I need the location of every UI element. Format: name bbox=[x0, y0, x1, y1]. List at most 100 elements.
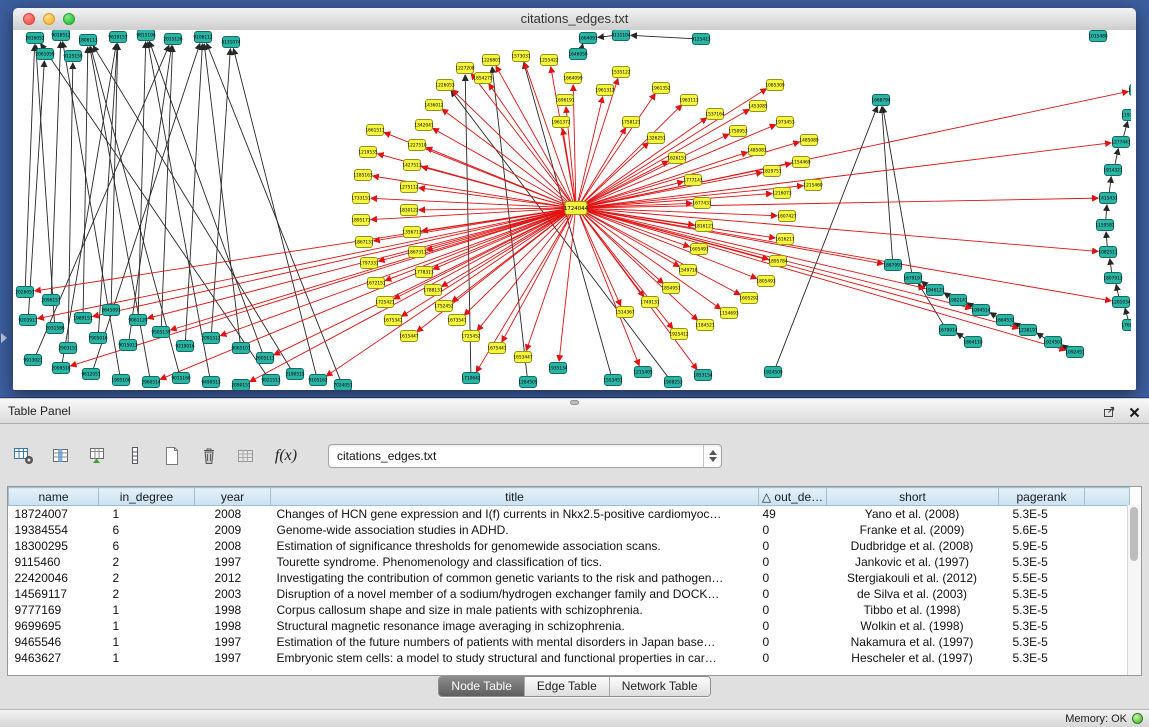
graph-node[interactable]: 1925412 bbox=[669, 329, 688, 340]
cell-filler[interactable] bbox=[1085, 522, 1130, 538]
cell-pagerank[interactable]: 5.3E-5 bbox=[999, 602, 1085, 618]
cell-pagerank[interactable]: 5.3E-5 bbox=[999, 554, 1085, 570]
graph-node[interactable]: 9612051 bbox=[81, 369, 100, 380]
graph-node[interactable]: 1797331 bbox=[359, 258, 378, 269]
cell-in_degree[interactable]: 1 bbox=[99, 602, 195, 618]
float-panel-button[interactable] bbox=[1102, 405, 1116, 419]
table-scrollbar-thumb[interactable] bbox=[1130, 507, 1138, 561]
cell-out_degree[interactable]: 49 bbox=[759, 506, 827, 523]
show-columns-icon[interactable] bbox=[47, 442, 75, 470]
cell-short[interactable]: Yano et al. (2008) bbox=[827, 506, 999, 523]
column-header-filler[interactable] bbox=[1085, 488, 1130, 506]
graph-node[interactable]: 1806113 bbox=[78, 35, 97, 46]
graph-node[interactable]: 1973453 bbox=[775, 117, 794, 128]
cell-title[interactable]: Corpus callosum shape and size in male p… bbox=[271, 602, 759, 618]
cell-out_degree[interactable]: 0 bbox=[759, 538, 827, 554]
cell-pagerank[interactable]: 5.3E-5 bbox=[999, 506, 1085, 523]
cell-out_degree[interactable]: 0 bbox=[759, 650, 827, 666]
cell-short[interactable]: Franke et al. (2009) bbox=[827, 522, 999, 538]
graph-node[interactable]: 1185163 bbox=[353, 170, 372, 181]
table-row[interactable]: 969969511998Structural magnetic resonanc… bbox=[9, 618, 1130, 634]
cell-title[interactable]: Genome-wide association studies in ADHD. bbox=[271, 522, 759, 538]
graph-node[interactable]: 1549718 bbox=[678, 265, 697, 276]
cell-in_degree[interactable]: 1 bbox=[99, 618, 195, 634]
graph-node[interactable]: 1854951 bbox=[661, 283, 680, 294]
cell-in_degree[interactable]: 6 bbox=[99, 522, 195, 538]
column-header-name[interactable]: name bbox=[9, 488, 99, 506]
cell-year[interactable]: 1997 bbox=[195, 650, 271, 666]
column-header-pagerank[interactable]: pagerank bbox=[999, 488, 1085, 506]
cell-name[interactable]: 18300295 bbox=[9, 538, 99, 554]
cell-short[interactable]: Stergiakouli et al. (2012) bbox=[827, 570, 999, 586]
graph-node[interactable]: 1664099 bbox=[563, 73, 582, 84]
graph-node[interactable]: 1961312 bbox=[595, 85, 614, 96]
graph-node[interactable]: 1807913 bbox=[1103, 273, 1122, 284]
tab-edge-table[interactable]: Edge Table bbox=[524, 677, 609, 696]
cell-filler[interactable] bbox=[1085, 570, 1130, 586]
cell-in_degree[interactable]: 1 bbox=[99, 506, 195, 523]
cell-pagerank[interactable]: 5.3E-5 bbox=[999, 650, 1085, 666]
graph-node[interactable]: 1995106 bbox=[111, 375, 130, 386]
graph-node[interactable]: 1935134 bbox=[548, 363, 567, 374]
graph-node[interactable]: 1675441 bbox=[487, 343, 506, 354]
graph-node[interactable]: 2096157 bbox=[41, 295, 60, 306]
graph-node[interactable]: 1616217 bbox=[775, 234, 794, 245]
cell-short[interactable]: Hescheler et al. (1997) bbox=[827, 650, 999, 666]
graph-node[interactable]: 1154693 bbox=[719, 308, 738, 319]
graph-node[interactable]: 1777143 bbox=[683, 175, 702, 186]
graph-node[interactable]: 1646050 bbox=[568, 49, 587, 60]
graph-node[interactable]: 1895173 bbox=[351, 215, 370, 226]
graph-node[interactable]: 1854275 bbox=[473, 73, 492, 84]
graph-node[interactable]: 1342041 bbox=[414, 120, 433, 131]
graph-node[interactable]: 1015480 bbox=[1088, 31, 1107, 42]
cell-name[interactable]: 9699695 bbox=[9, 618, 99, 634]
graph-node[interactable]: 7905016 bbox=[88, 333, 107, 344]
graph-node[interactable]: 1750953 bbox=[728, 126, 747, 137]
graph-node[interactable]: 9106112 bbox=[193, 32, 212, 43]
graph-node[interactable]: 1778313 bbox=[414, 267, 433, 278]
column-header-out_degree[interactable]: △ out_de… bbox=[759, 488, 827, 506]
cell-in_degree[interactable]: 1 bbox=[99, 650, 195, 666]
graph-node[interactable]: 1867311 bbox=[407, 247, 426, 258]
graph-node[interactable]: 1805493 bbox=[756, 276, 775, 287]
graph-node[interactable]: 9105162 bbox=[308, 375, 327, 386]
graph-node[interactable]: 1485089 bbox=[799, 135, 818, 146]
create-table-icon[interactable] bbox=[158, 442, 186, 470]
graph-node[interactable]: 9619157 bbox=[108, 32, 127, 43]
cell-out_degree[interactable]: 0 bbox=[759, 602, 827, 618]
graph-node[interactable]: 1427513 bbox=[402, 160, 421, 171]
cell-filler[interactable] bbox=[1085, 538, 1130, 554]
cell-year[interactable]: 1998 bbox=[195, 602, 271, 618]
cell-pagerank[interactable]: 5.3E-5 bbox=[999, 634, 1085, 650]
cell-in_degree[interactable]: 2 bbox=[99, 554, 195, 570]
graph-node[interactable]: 1227208 bbox=[455, 63, 474, 74]
graph-node[interactable]: 1924502 bbox=[1043, 337, 1062, 348]
cell-filler[interactable] bbox=[1085, 506, 1130, 523]
cell-title[interactable]: Estimation of the future numbers of pati… bbox=[271, 634, 759, 650]
graph-node[interactable]: 1607427 bbox=[777, 211, 796, 222]
graph-node[interactable]: 8131104 bbox=[611, 30, 630, 41]
table-row[interactable]: 1456911722003Disruption of a novel membe… bbox=[9, 586, 1130, 602]
graph-node[interactable]: 9015160 bbox=[171, 373, 190, 384]
graph-node[interactable]: 1961352 bbox=[651, 83, 670, 94]
graph-node[interactable]: 1963113 bbox=[679, 95, 698, 106]
graph-node[interactable]: 1653447 bbox=[513, 352, 532, 363]
cell-name[interactable]: 9465546 bbox=[9, 634, 99, 650]
graph-node[interactable]: 1829751 bbox=[762, 166, 781, 177]
graph-node[interactable]: 9125159 bbox=[63, 51, 82, 62]
cell-year[interactable]: 2009 bbox=[195, 522, 271, 538]
graph-node[interactable]: 1816121 bbox=[694, 221, 713, 232]
graph-node[interactable]: 9490513 bbox=[201, 377, 220, 388]
graph-node[interactable]: 8131074 bbox=[221, 37, 240, 48]
cell-year[interactable]: 2003 bbox=[195, 586, 271, 602]
table-scrollbar[interactable] bbox=[1127, 505, 1141, 675]
delete-table-icon[interactable] bbox=[195, 442, 223, 470]
cell-short[interactable]: Wolkin et al. (1998) bbox=[827, 618, 999, 634]
graph-node[interactable]: 1605493 bbox=[689, 244, 708, 255]
cell-filler[interactable] bbox=[1085, 634, 1130, 650]
cell-filler[interactable] bbox=[1085, 650, 1130, 666]
graph-node[interactable]: 1982141 bbox=[948, 295, 967, 306]
graph-node[interactable]: 1284505 bbox=[518, 377, 537, 388]
graph-node[interactable]: 1277441 bbox=[1111, 137, 1130, 148]
graph-node[interactable]: 2903151 bbox=[58, 343, 77, 354]
